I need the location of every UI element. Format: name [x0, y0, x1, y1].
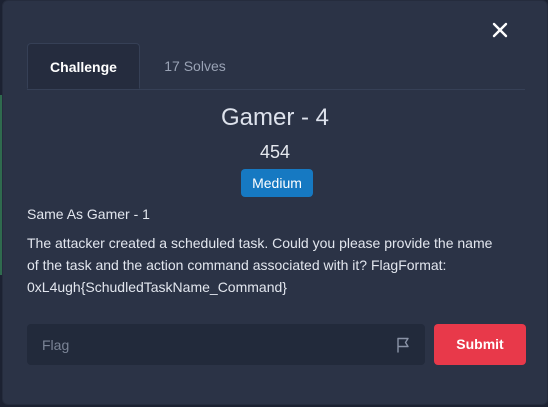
close-icon [492, 22, 508, 38]
close-button[interactable] [489, 19, 511, 41]
flag-input[interactable] [27, 324, 392, 365]
flag-field [27, 324, 425, 365]
description-line: The attacker created a scheduled task. C… [27, 235, 493, 251]
challenge-description: The attacker created a scheduled task. C… [27, 232, 527, 298]
tab-challenge[interactable]: Challenge [27, 43, 140, 89]
flag-icon [397, 337, 409, 353]
tab-solves[interactable]: 17 Solves [140, 43, 250, 89]
page: Challenge 17 Solves Gamer - 4 454 Medium… [0, 0, 548, 407]
challenge-points: 454 [259, 142, 291, 162]
challenge-subtitle: Same As Gamer - 1 [27, 206, 150, 222]
tab-bar: Challenge 17 Solves [27, 43, 525, 90]
challenge-modal: Challenge 17 Solves Gamer - 4 454 Medium… [2, 0, 548, 405]
description-line: of the task and the action command assoc… [27, 257, 447, 273]
challenge-title: Gamer - 4 [220, 104, 330, 131]
difficulty-badge: Medium [241, 169, 313, 197]
description-line: 0xL4ugh{SchudledTaskName_Command} [27, 279, 287, 295]
submit-button[interactable]: Submit [434, 324, 526, 365]
